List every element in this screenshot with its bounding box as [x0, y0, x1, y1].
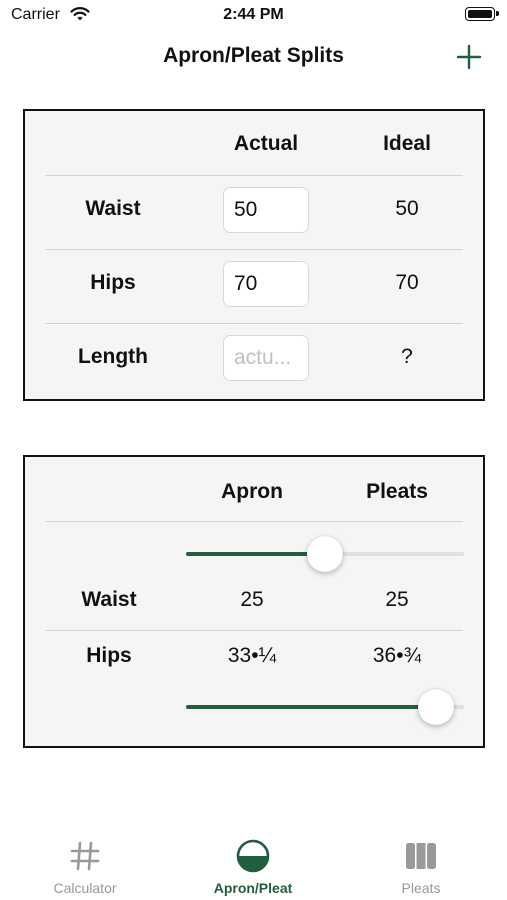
row-label-length: Length: [78, 345, 148, 368]
row-label-hips: Hips: [86, 644, 132, 667]
tab-calculator[interactable]: Calculator: [10, 838, 160, 896]
length-ideal-value: ?: [401, 345, 413, 368]
slider-thumb[interactable]: [307, 536, 343, 572]
tab-label-pleats: Pleats: [401, 880, 441, 896]
row-label-waist: Waist: [85, 197, 141, 220]
splits-card: Apron Pleats Waist 25 25 Hips 33•¼ 36•¾: [23, 455, 485, 748]
row-label-hips: Hips: [90, 271, 136, 294]
status-bar: Carrier 2:44 PM: [0, 0, 507, 30]
waist-pleats-value: 25: [385, 588, 409, 611]
length-actual-input[interactable]: [223, 335, 309, 381]
page-title: Apron/Pleat Splits: [163, 44, 344, 67]
column-header-ideal: Ideal: [383, 132, 431, 155]
hips-ideal-value: 70: [395, 271, 419, 294]
hips-pleats-value: 36•¾: [372, 644, 422, 667]
measurements-card: Actual Ideal Waist 50 Hips 70 Length ?: [23, 109, 485, 401]
divider: [45, 175, 463, 176]
hips-apron-value: 33•¼: [227, 644, 277, 667]
column-header-actual: Actual: [233, 132, 299, 155]
tab-label-calculator: Calculator: [53, 880, 117, 896]
column-header-apron: Apron: [221, 480, 283, 503]
plus-icon[interactable]: [455, 43, 483, 71]
divider: [45, 249, 463, 250]
waist-ideal-value: 50: [395, 197, 419, 220]
slider-thumb[interactable]: [418, 689, 455, 725]
divider: [45, 323, 463, 324]
waist-split-slider[interactable]: [186, 536, 464, 572]
row-label-waist: Waist: [81, 588, 137, 611]
clock: 2:44 PM: [223, 6, 284, 23]
half-circle-icon: [236, 839, 270, 873]
tab-label-apron-pleat: Apron/Pleat: [213, 880, 293, 896]
hips-actual-input[interactable]: [223, 261, 309, 307]
battery-icon: [465, 7, 499, 21]
waist-apron-value: 25: [240, 588, 264, 611]
waist-actual-input[interactable]: [223, 187, 309, 233]
columns-icon: [406, 843, 436, 869]
tab-pleats[interactable]: Pleats: [346, 838, 496, 896]
divider: [45, 521, 463, 522]
slider-fill: [186, 552, 325, 556]
tab-apron-pleat[interactable]: Apron/Pleat: [178, 838, 328, 896]
hips-split-slider[interactable]: [186, 689, 464, 725]
slider-fill: [186, 705, 437, 709]
hash-icon: [70, 841, 100, 871]
divider: [45, 630, 463, 631]
column-header-pleats: Pleats: [366, 480, 428, 503]
